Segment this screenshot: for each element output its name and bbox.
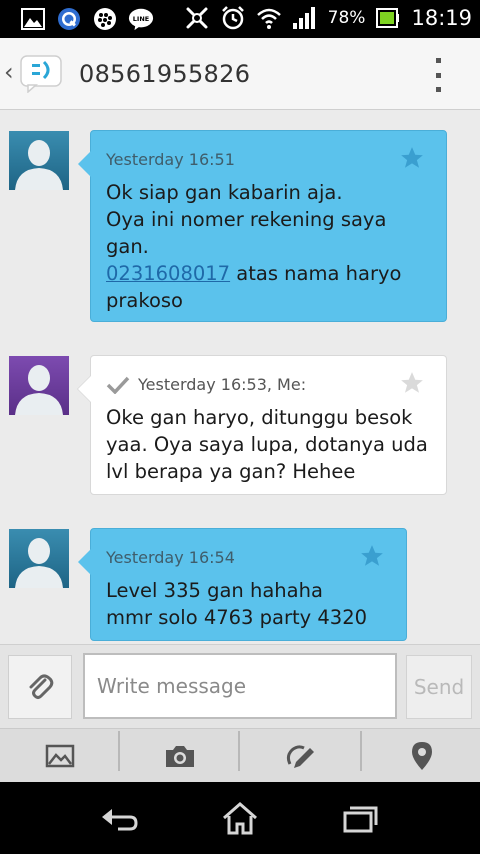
wifi-icon [256, 6, 282, 30]
qq-icon [56, 7, 82, 31]
alarm-icon [220, 6, 246, 30]
action-bar: ‹ 08561955826 [0, 38, 480, 110]
contact-avatar[interactable] [9, 131, 69, 190]
delivered-check-icon [106, 376, 130, 394]
overflow-menu-icon[interactable] [430, 58, 446, 92]
attach-location-button[interactable] [362, 729, 480, 783]
attachment-toolbar [0, 728, 480, 782]
message-text: Level 335 gan hahaha mmr solo 4763 party… [106, 579, 368, 629]
message-bubble-incoming[interactable]: Yesterday 16:51 Ok siap gan kabarin aja.… [78, 130, 447, 322]
back-arrow-icon [102, 809, 138, 831]
conversation-title: 08561955826 [79, 60, 251, 88]
message-timestamp: Yesterday 16:51 [106, 150, 235, 169]
message-bubble-incoming[interactable]: Yesterday 16:54 Level 335 gan hahaha mmr… [78, 528, 407, 641]
message-bubble-outgoing[interactable]: Yesterday 16:53, Me: Oke gan haryo, ditu… [77, 355, 447, 495]
attach-camera-button[interactable] [120, 729, 240, 783]
recent-apps-icon [343, 806, 378, 833]
star-icon[interactable] [399, 370, 425, 396]
home-icon [223, 802, 257, 835]
battery-percent: 78% [327, 8, 366, 28]
location-pin-icon [412, 742, 432, 770]
attach-button[interactable] [8, 655, 72, 719]
navigation-bar [0, 782, 480, 854]
send-button[interactable]: Send [406, 655, 472, 719]
clock: 18:19 [411, 6, 472, 30]
star-icon[interactable] [359, 543, 385, 569]
sketch-icon [286, 745, 314, 768]
recent-apps-button[interactable] [330, 794, 390, 842]
paperclip-icon [29, 674, 54, 699]
bbm-icon [92, 7, 118, 31]
gallery-icon [20, 7, 46, 31]
back-button[interactable] [90, 794, 150, 842]
compose-bar: Send [0, 644, 480, 728]
messaging-app-icon[interactable] [20, 55, 64, 94]
conversation-list[interactable]: Yesterday 16:51 Ok siap gan kabarin aja.… [0, 110, 480, 644]
home-button[interactable] [210, 794, 270, 842]
message-text: Oke gan haryo, ditunggu besok yaa. Oya s… [106, 406, 428, 483]
my-avatar[interactable] [9, 356, 69, 415]
line-icon: LINE [128, 7, 154, 31]
message-timestamp: Yesterday 16:54 [106, 548, 235, 567]
back-chevron-icon[interactable]: ‹ [4, 60, 14, 84]
attach-drawing-button[interactable] [240, 729, 360, 783]
signal-icon [292, 6, 318, 30]
message-input[interactable] [83, 653, 397, 719]
battery-icon [375, 6, 401, 30]
vibrate-off-icon [184, 6, 210, 30]
message-text: Ok siap gan kabarin aja. Oya ini nomer r… [106, 181, 402, 312]
picture-icon [45, 744, 75, 768]
contact-avatar[interactable] [9, 529, 69, 588]
message-timestamp: Yesterday 16:53, Me: [106, 375, 306, 394]
attach-picture-button[interactable] [0, 729, 120, 783]
status-bar: LINE 78% 18:19 [0, 0, 480, 38]
svg-text:LINE: LINE [133, 15, 149, 23]
camera-icon [166, 746, 194, 767]
account-number-link[interactable]: 0231608017 [106, 262, 230, 285]
star-icon[interactable] [399, 145, 425, 171]
